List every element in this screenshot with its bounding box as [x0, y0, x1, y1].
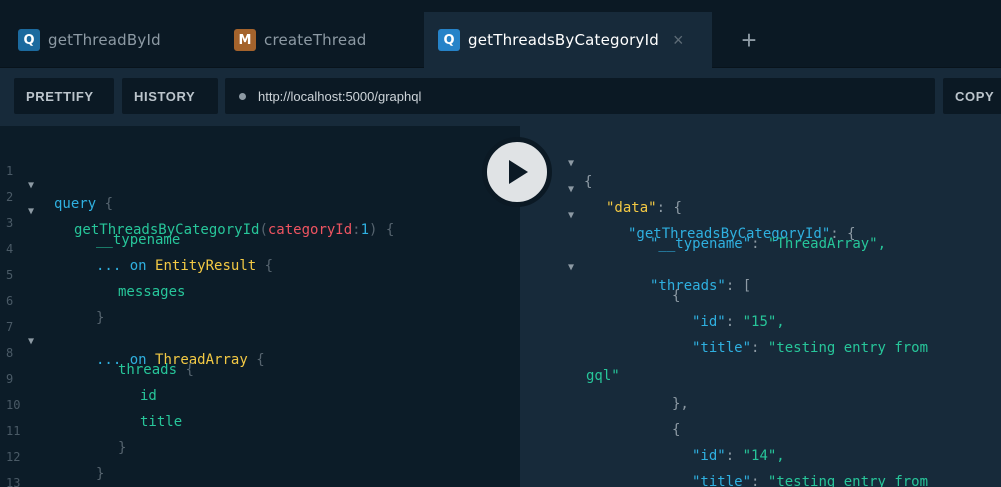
tab-label: getThreadById — [48, 31, 161, 49]
graphql-playground: Q getThreadById M createThread Q getThre… — [0, 0, 1001, 487]
result-line: { — [672, 422, 681, 438]
tab-label: getThreadsByCategoryId — [468, 31, 659, 49]
editor-line: 5 messages — [6, 268, 186, 300]
tab-label: createThread — [264, 31, 367, 49]
editor-line: 6 } — [6, 294, 105, 326]
editor-line: 3 __typename — [6, 216, 181, 248]
result-line: gql" — [586, 368, 620, 384]
endpoint-url-input[interactable]: http://localhost:5000/graphql — [225, 78, 935, 114]
prettify-button[interactable]: PRETTIFY — [14, 78, 114, 114]
editor-line: 13 } — [0, 460, 520, 487]
line-number: 13 — [6, 476, 21, 487]
result-line: ▼ "threads": [ — [568, 262, 752, 294]
result-viewer[interactable]: ▼ { ▼ "data": { ▼ "getThreadsByCategoryI… — [520, 126, 1001, 487]
editor-line: 10 title — [6, 398, 183, 430]
copy-curl-button[interactable]: COPY — [943, 78, 1001, 114]
result-line: "title": "testing entry from — [692, 474, 929, 487]
editor-line: 9 id — [6, 372, 157, 404]
result-line: "title": "testing entry from — [692, 340, 929, 356]
result-line: "__typename": "ThreadArray", — [650, 236, 887, 252]
result-line: ▼ { — [568, 158, 593, 190]
add-tab-icon[interactable]: + — [726, 12, 772, 68]
tab-create-thread[interactable]: M createThread — [220, 12, 416, 68]
status-dot-icon — [239, 92, 246, 100]
query-editor[interactable]: 1 ▼ query { 2 ▼ getThreadsByCategoryId(c… — [0, 126, 520, 487]
history-button[interactable]: HISTORY — [122, 78, 218, 114]
result-line: }, — [672, 396, 689, 412]
mutation-badge-icon: M — [234, 29, 256, 51]
toolbar: PRETTIFY HISTORY http://localhost:5000/g… — [0, 68, 1001, 126]
result-line: ▼ "data": { — [568, 184, 682, 216]
endpoint-url-text: http://localhost:5000/graphql — [258, 88, 422, 104]
tab-get-threads-by-category-id[interactable]: Q getThreadsByCategoryId × — [424, 12, 712, 68]
editor-line: 12 } — [6, 450, 105, 482]
result-line: "id": "14", — [692, 448, 785, 464]
editor-line: 1 ▼ query { — [6, 164, 114, 212]
query-badge-icon: Q — [18, 29, 40, 51]
execute-query-button[interactable] — [482, 137, 552, 207]
tab-get-thread-by-id[interactable]: Q getThreadById — [4, 12, 208, 68]
editor-line: 11 } — [6, 424, 127, 456]
close-tab-icon[interactable]: × — [673, 30, 684, 51]
editor-line: 7 ▼ ... on ThreadArray { — [6, 320, 265, 368]
editor-line: 2 ▼ getThreadsByCategoryId(categoryId:1)… — [6, 190, 395, 238]
tab-bar: Q getThreadById M createThread Q getThre… — [0, 0, 1001, 68]
result-line: { — [672, 288, 681, 304]
result-line: "id": "15", — [692, 314, 785, 330]
query-badge-icon: Q — [438, 29, 460, 51]
result-line: ▼ "getThreadsByCategoryId": { — [568, 210, 856, 242]
play-icon — [509, 160, 528, 184]
editor-line: 8 threads { — [6, 346, 194, 378]
editor-line: 4 ... on EntityResult { — [6, 242, 274, 274]
